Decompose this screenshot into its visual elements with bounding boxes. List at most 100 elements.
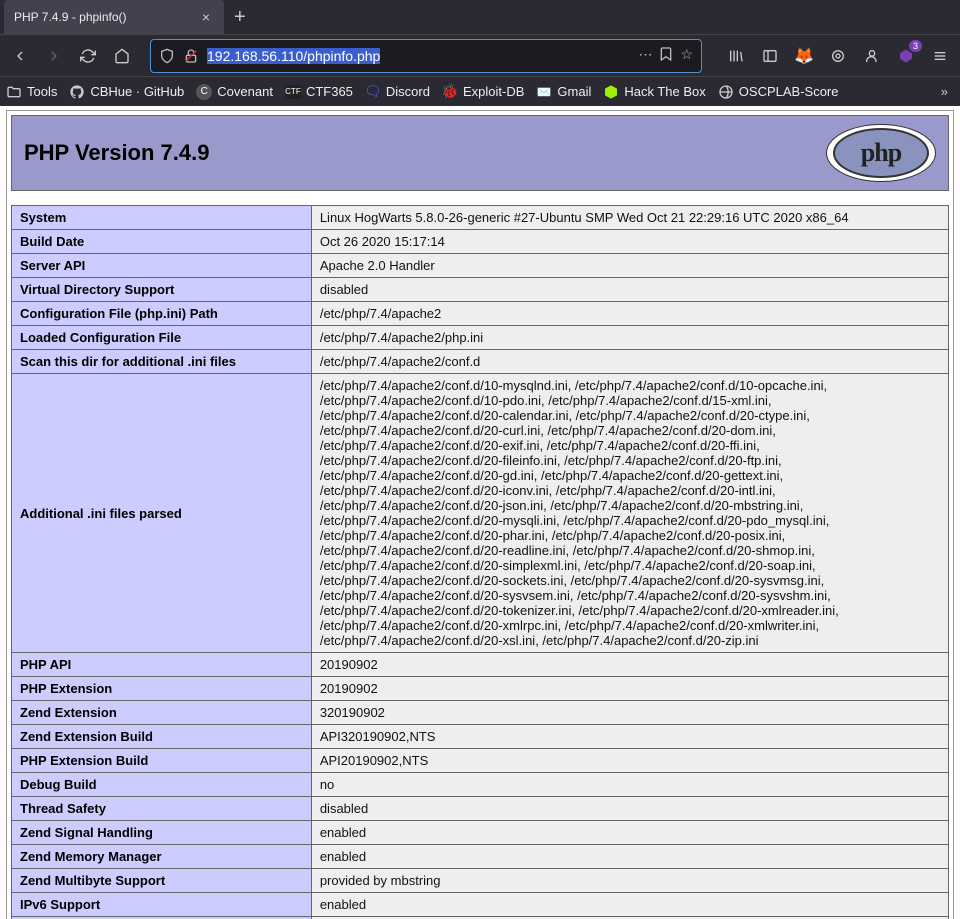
table-row: Zend Signal Handlingenabled xyxy=(12,821,949,845)
php-version-title: PHP Version 7.4.9 xyxy=(24,140,209,166)
row-key: Additional .ini files parsed xyxy=(12,374,312,653)
address-bar[interactable]: 192.168.56.110/phpinfo.php ⋯ ☆ xyxy=(150,39,702,73)
row-value: 320190902 xyxy=(311,701,948,725)
ctf-icon: CTF xyxy=(285,84,301,100)
bookmark-item[interactable]: CBHue · GitHub xyxy=(69,84,184,100)
table-row: Virtual Directory Supportdisabled xyxy=(12,278,949,302)
row-value: disabled xyxy=(311,797,948,821)
php-logo[interactable]: php xyxy=(826,124,936,182)
table-row: Build DateOct 26 2020 15:17:14 xyxy=(12,230,949,254)
home-button[interactable] xyxy=(108,42,136,70)
row-value: disabled xyxy=(311,278,948,302)
reader-icon[interactable] xyxy=(658,46,674,65)
table-row: Zend Memory Managerenabled xyxy=(12,845,949,869)
table-row: Zend Multibyte Supportprovided by mbstri… xyxy=(12,869,949,893)
shield-icon[interactable] xyxy=(159,48,175,64)
row-value: /etc/php/7.4/apache2/conf.d/10-mysqlnd.i… xyxy=(311,374,948,653)
bookmark-label: Covenant xyxy=(217,84,273,99)
bookmark-label: CTF365 xyxy=(306,84,353,99)
table-row: SystemLinux HogWarts 5.8.0-26-generic #2… xyxy=(12,206,949,230)
table-row: PHP Extension BuildAPI20190902,NTS xyxy=(12,749,949,773)
hamburger-icon xyxy=(932,48,948,64)
bookmark-label: Discord xyxy=(386,84,430,99)
phpinfo-table: SystemLinux HogWarts 5.8.0-26-generic #2… xyxy=(11,205,949,919)
row-value: Apache 2.0 Handler xyxy=(311,254,948,278)
row-key: Zend Memory Manager xyxy=(12,845,312,869)
bookmark-item[interactable]: 🐞Exploit-DB xyxy=(442,84,524,100)
close-icon[interactable]: × xyxy=(198,9,214,25)
account-icon xyxy=(864,48,880,64)
account-button[interactable] xyxy=(858,42,886,70)
table-row: Configuration File (php.ini) Path/etc/ph… xyxy=(12,302,949,326)
bookmark-bar: Tools CBHue · GitHub CCovenant CTF CTF365 🗨Di… xyxy=(0,76,960,106)
ext-purple-button[interactable]: 3 xyxy=(892,42,920,70)
os-icon xyxy=(718,84,734,100)
sidebar-button[interactable] xyxy=(756,42,784,70)
row-value: /etc/php/7.4/apache2/conf.d xyxy=(311,350,948,374)
bookmark-item[interactable]: CTF CTF365 xyxy=(285,84,353,100)
forward-icon xyxy=(46,48,62,64)
bookmark-label: Tools xyxy=(27,84,57,99)
bookmark-label: CBHue · GitHub xyxy=(90,84,184,99)
bookmark-overflow-button[interactable]: » xyxy=(935,84,954,99)
row-value: enabled xyxy=(311,821,948,845)
row-key: Thread Safety xyxy=(12,797,312,821)
row-key: Build Date xyxy=(12,230,312,254)
row-value: 20190902 xyxy=(311,653,948,677)
row-value: enabled xyxy=(311,893,948,917)
tab-bar: PHP 7.4.9 - phpinfo() × + xyxy=(0,0,960,34)
bookmark-item[interactable]: OSCPLAB-Score xyxy=(718,84,839,100)
gh-icon xyxy=(69,84,85,100)
row-value: Oct 26 2020 15:17:14 xyxy=(311,230,948,254)
row-key: Configuration File (php.ini) Path xyxy=(12,302,312,326)
insecure-lock-icon[interactable] xyxy=(183,48,199,64)
row-key: IPv6 Support xyxy=(12,893,312,917)
nav-bar: 192.168.56.110/phpinfo.php ⋯ ☆ 🦊 xyxy=(0,34,960,76)
table-row: Thread Safetydisabled xyxy=(12,797,949,821)
star-icon[interactable]: ☆ xyxy=(680,46,693,65)
bookmark-item[interactable]: ✉️Gmail xyxy=(536,84,591,100)
notif-badge: 3 xyxy=(909,40,922,52)
folder-icon xyxy=(6,84,22,100)
php-logo-text: php xyxy=(833,128,929,178)
bookmark-label: OSCPLAB-Score xyxy=(739,84,839,99)
reload-button[interactable] xyxy=(74,42,102,70)
new-tab-button[interactable]: + xyxy=(224,6,256,29)
table-row: IPv6 Supportenabled xyxy=(12,893,949,917)
back-button[interactable] xyxy=(6,42,34,70)
table-row: Zend Extension BuildAPI320190902,NTS xyxy=(12,725,949,749)
library-button[interactable] xyxy=(722,42,750,70)
row-value: /etc/php/7.4/apache2/php.ini xyxy=(311,326,948,350)
ext-radar-icon[interactable] xyxy=(824,42,852,70)
row-value: provided by mbstring xyxy=(311,869,948,893)
phpinfo-container: PHP Version 7.4.9 php SystemLinux HogWar… xyxy=(6,110,954,919)
table-row: Scan this dir for additional .ini files/… xyxy=(12,350,949,374)
bookmark-item[interactable]: Hack The Box xyxy=(603,84,705,100)
forward-button[interactable] xyxy=(40,42,68,70)
row-key: Zend Multibyte Support xyxy=(12,869,312,893)
row-value: Linux HogWarts 5.8.0-26-generic #27-Ubun… xyxy=(311,206,948,230)
page-actions-icon[interactable]: ⋯ xyxy=(638,46,652,65)
row-value: API20190902,NTS xyxy=(311,749,948,773)
row-value: enabled xyxy=(311,845,948,869)
row-key: Loaded Configuration File xyxy=(12,326,312,350)
table-row: PHP API20190902 xyxy=(12,653,949,677)
menu-button[interactable] xyxy=(926,42,954,70)
back-icon xyxy=(12,48,28,64)
url-text[interactable]: 192.168.56.110/phpinfo.php xyxy=(207,48,630,64)
bookmark-item[interactable]: 🗨Discord xyxy=(365,84,430,100)
bookmark-item[interactable]: CCovenant xyxy=(196,84,273,100)
gm-icon: ✉️ xyxy=(536,84,552,100)
sidebar-icon xyxy=(762,48,778,64)
page-viewport[interactable]: PHP Version 7.4.9 php SystemLinux HogWar… xyxy=(0,106,960,919)
row-value: 20190902 xyxy=(311,677,948,701)
browser-chrome: PHP 7.4.9 - phpinfo() × + 192.168.56.110… xyxy=(0,0,960,106)
reload-icon xyxy=(80,48,96,64)
ex-icon: 🐞 xyxy=(442,84,458,100)
bookmark-item[interactable]: Tools xyxy=(6,84,57,100)
row-key: PHP Extension Build xyxy=(12,749,312,773)
ext-foxy-icon[interactable]: 🦊 xyxy=(790,42,818,70)
table-row: Server APIApache 2.0 Handler xyxy=(12,254,949,278)
tab-active[interactable]: PHP 7.4.9 - phpinfo() × xyxy=(4,0,224,34)
row-key: System xyxy=(12,206,312,230)
